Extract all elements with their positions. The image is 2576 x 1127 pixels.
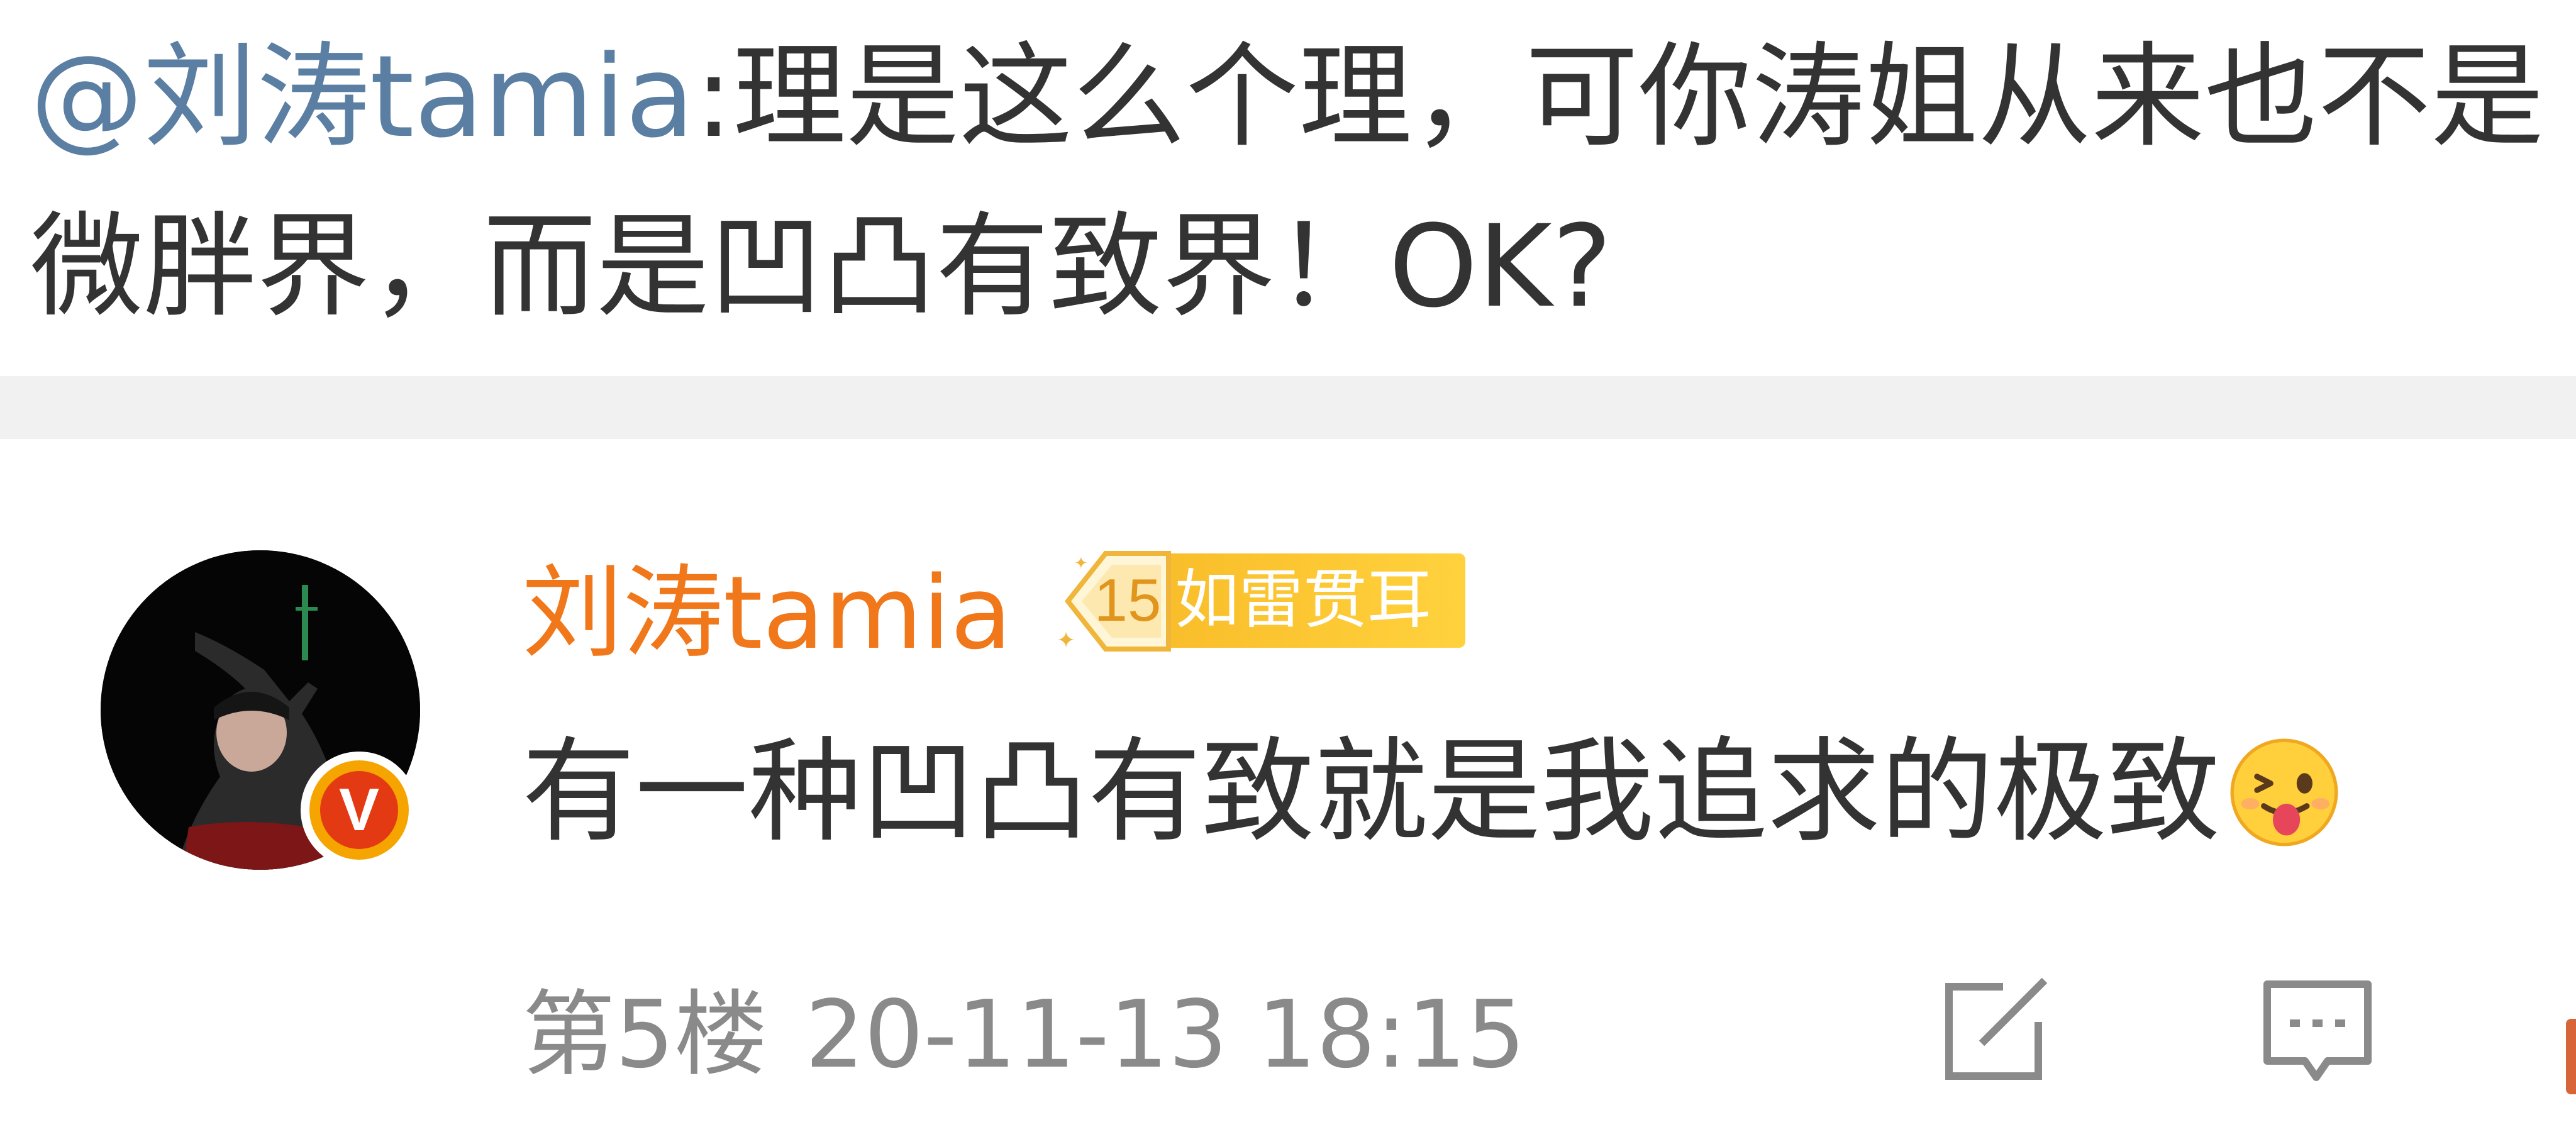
- mention-link[interactable]: @刘涛tamia: [30, 31, 695, 163]
- tongue-wink-emoji: [2230, 738, 2338, 847]
- comment-text: 有一种凹凸有致就是我追求的极致: [522, 726, 2221, 858]
- edge-indicator: [2566, 1019, 2576, 1094]
- section-divider: [0, 376, 2576, 439]
- floor-number: 第5楼: [522, 980, 768, 1089]
- comment-icon[interactable]: [2261, 978, 2374, 1094]
- badge-label: 如雷贯耳: [1175, 563, 1431, 638]
- edit-share-icon[interactable]: [1940, 977, 2053, 1087]
- comment-username[interactable]: 刘涛tamia: [522, 550, 1012, 676]
- svg-text:✦: ✦: [1074, 554, 1088, 573]
- quoted-comment: @刘涛tamia:理是这么个理，可你涛姐从来也不是微胖界，而是凹凸有致界！OK?: [30, 13, 2571, 352]
- timestamp: 20-11-13 18:15: [805, 980, 1526, 1089]
- svg-text:✦: ✦: [1057, 628, 1075, 653]
- v-verified-icon: V: [301, 752, 418, 869]
- level-badge[interactable]: ✦ ✦ 15 如雷贯耳: [1049, 547, 1472, 655]
- comment-content: 有一种凹凸有致就是我追求的极致: [522, 717, 2341, 868]
- level-number: 15: [1094, 567, 1162, 634]
- comment-meta: 第5楼 20-11-13 18:15: [522, 978, 1526, 1091]
